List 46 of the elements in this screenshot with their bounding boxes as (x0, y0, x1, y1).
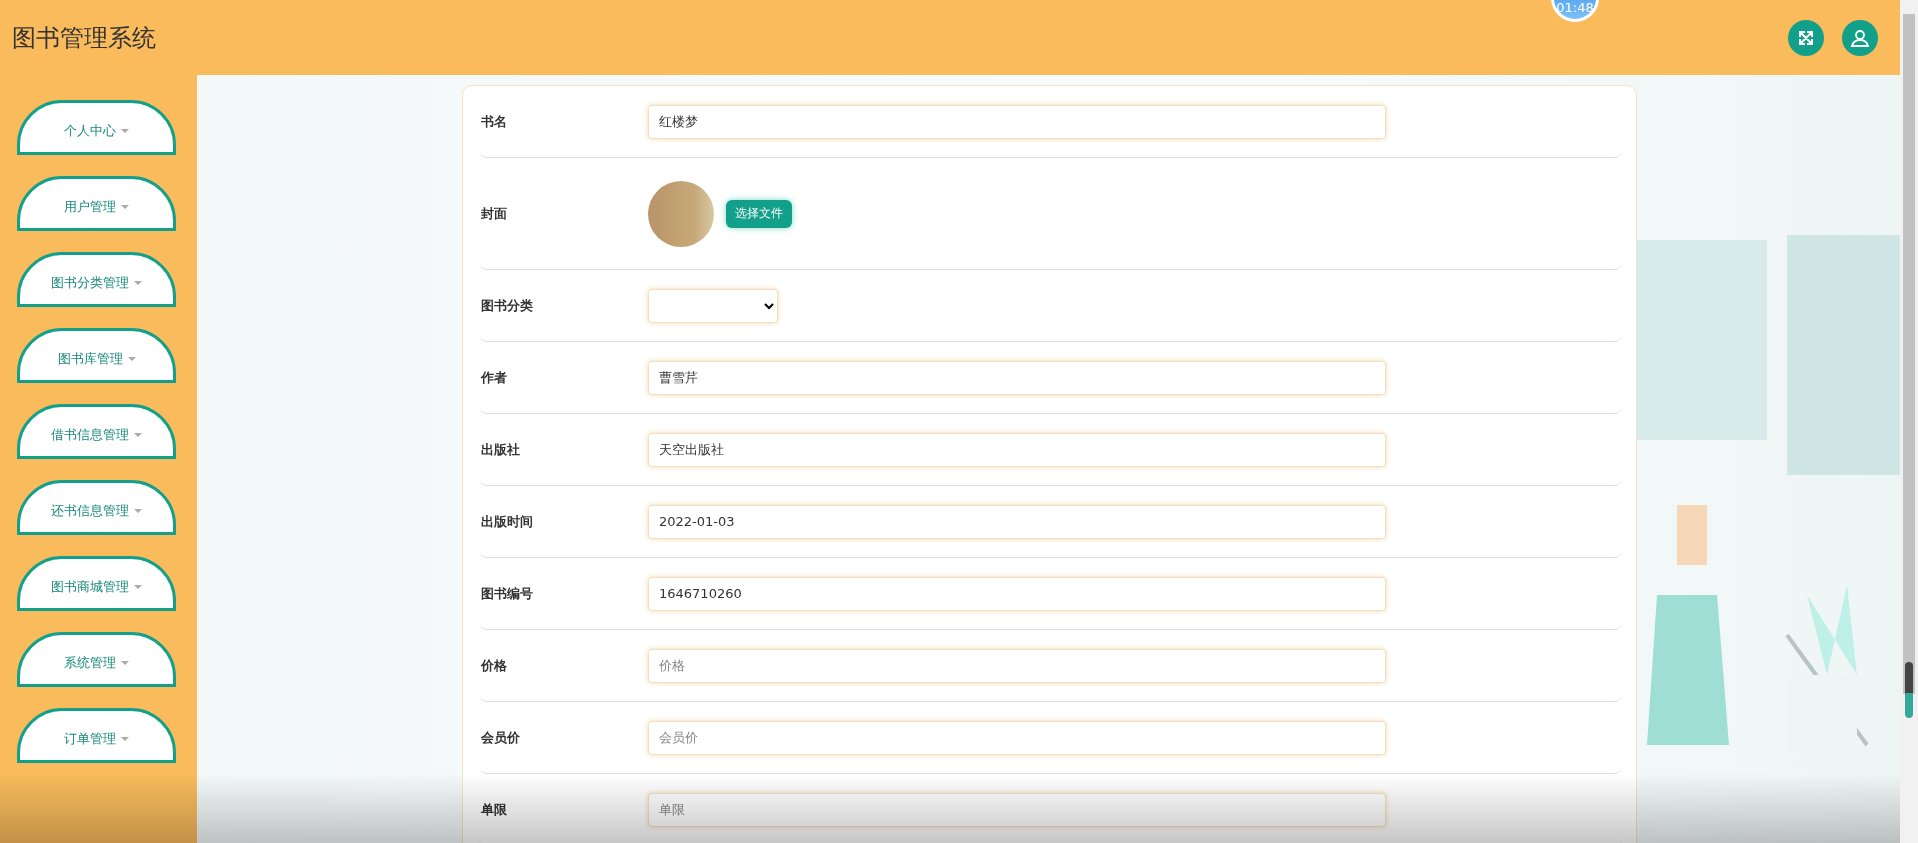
field-label: 图书分类 (480, 296, 534, 315)
field-label: 作者 (479, 368, 508, 387)
field-label: 出版时间 (480, 512, 534, 531)
nav-menu-item[interactable]: 系统管理 (17, 632, 176, 687)
input-field[interactable]: 1646710260 (648, 576, 1386, 611)
caret-icon (121, 204, 129, 209)
field-label: 价格 (479, 656, 508, 675)
caret-icon (134, 584, 142, 589)
input-field[interactable]: 单限 (648, 792, 1386, 827)
user-button[interactable] (1842, 19, 1878, 56)
timer-badge: 01:48 (1551, 0, 1599, 22)
caret-icon (121, 128, 129, 133)
caret-icon (121, 660, 129, 665)
input-field[interactable]: 红楼梦 (648, 104, 1386, 139)
input-field[interactable]: 会员价 (648, 720, 1386, 755)
nav-menu-item[interactable]: 图书商城管理 (17, 556, 176, 611)
field-label: 会员价 (480, 728, 521, 747)
caret-icon (134, 432, 142, 437)
user-icon (1850, 27, 1870, 48)
field-label: 图书编号 (480, 584, 534, 603)
field-label: 封面 (480, 204, 508, 223)
scrollbar-thumb[interactable] (1903, 14, 1915, 694)
nav-menu-item[interactable]: 个人中心 (17, 100, 176, 155)
choose-file-button[interactable]: 选择文件 (726, 199, 792, 228)
input-field[interactable]: 曹雪芹 (648, 360, 1386, 395)
caret-icon (134, 508, 142, 513)
input-field[interactable]: 天空出版社 (648, 432, 1386, 467)
fullscreen-button[interactable] (1788, 19, 1824, 56)
caret-icon (127, 356, 136, 361)
scrollbar[interactable] (1900, 0, 1918, 843)
caret-icon (134, 280, 142, 285)
field-label: 单限 (480, 800, 508, 819)
field-label: 书名 (480, 112, 508, 131)
nav-menu-item[interactable]: 订单管理 (17, 708, 176, 763)
input-field[interactable]: 价格 (648, 648, 1386, 683)
caret-icon (121, 736, 129, 741)
nav-menu-item[interactable]: 还书信息管理 (17, 480, 176, 535)
app-title: 图书管理系统 (12, 22, 157, 54)
expand-icon (1797, 28, 1815, 47)
nav-menu-item[interactable]: 用户管理 (17, 176, 176, 231)
nav-menu-item[interactable]: 借书信息管理 (17, 404, 176, 459)
field-label: 出版社 (480, 440, 521, 459)
input-field[interactable]: 2022-01-03 (648, 504, 1386, 539)
nav-menu-item[interactable]: 图书分类管理 (17, 252, 176, 307)
nav-menu-item[interactable]: 图书库管理 (17, 328, 176, 383)
level-meter-icon (1905, 662, 1913, 718)
